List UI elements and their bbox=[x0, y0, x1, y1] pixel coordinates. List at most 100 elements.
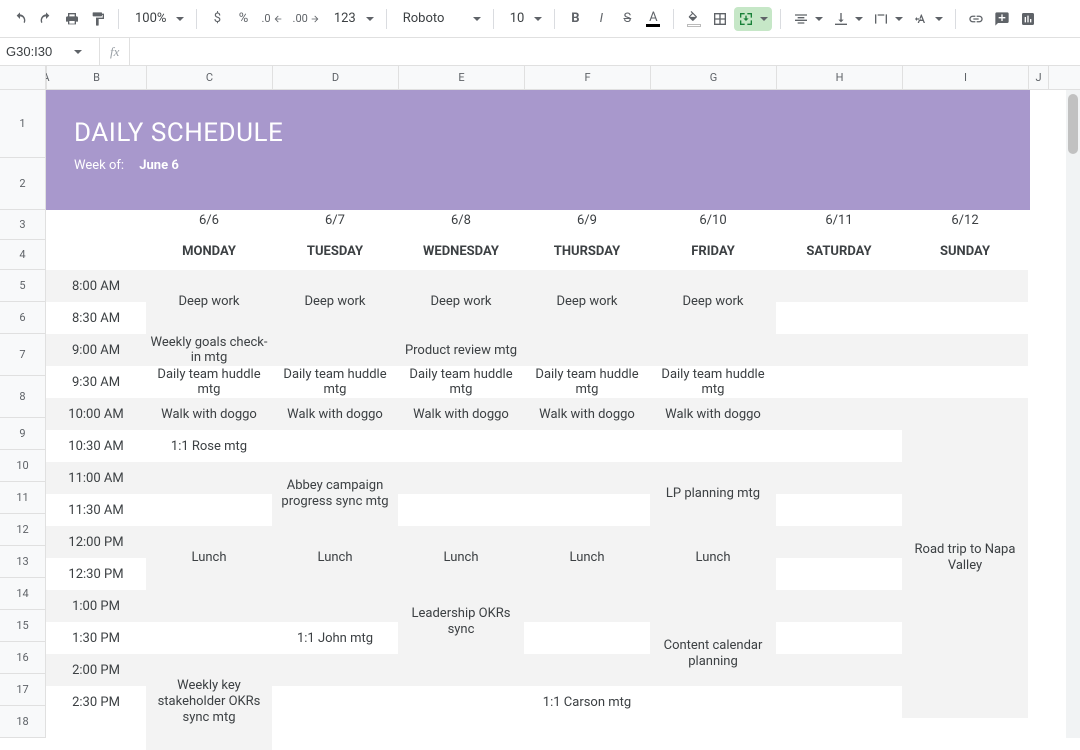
schedule-event[interactable]: Lunch bbox=[398, 526, 524, 590]
column-header[interactable]: H bbox=[777, 66, 903, 89]
column-header[interactable]: G bbox=[651, 66, 777, 89]
schedule-event[interactable]: Deep work bbox=[272, 270, 398, 334]
more-formats-select[interactable]: 123 bbox=[326, 7, 378, 31]
italic-button[interactable]: I bbox=[589, 7, 613, 31]
schedule-event[interactable]: LP planning mtg bbox=[650, 462, 776, 526]
redo-button[interactable] bbox=[34, 7, 58, 31]
schedule-event[interactable]: Lunch bbox=[146, 526, 272, 590]
schedule-cell[interactable]: Daily team huddle mtg bbox=[650, 366, 776, 398]
insert-link-button[interactable] bbox=[964, 7, 988, 31]
schedule-cell[interactable] bbox=[272, 590, 398, 622]
schedule-cell[interactable] bbox=[902, 366, 1028, 398]
schedule-event[interactable]: Lunch bbox=[650, 526, 776, 590]
insert-chart-button[interactable] bbox=[1016, 7, 1040, 31]
schedule-cell[interactable] bbox=[776, 558, 902, 590]
schedule-cell[interactable]: Daily team huddle mtg bbox=[146, 366, 272, 398]
schedule-cell[interactable] bbox=[776, 654, 902, 686]
schedule-cell[interactable] bbox=[776, 622, 902, 654]
schedule-cell[interactable] bbox=[272, 686, 398, 718]
schedule-cell[interactable] bbox=[776, 302, 902, 334]
vertical-scrollbar-thumb[interactable] bbox=[1068, 94, 1078, 154]
schedule-cell[interactable] bbox=[146, 494, 272, 526]
schedule-cell[interactable]: Walk with doggo bbox=[272, 398, 398, 430]
column-header[interactable]: F bbox=[525, 66, 651, 89]
schedule-event[interactable]: Leadership OKRs sync bbox=[398, 590, 524, 654]
schedule-cell[interactable]: Daily team huddle mtg bbox=[398, 366, 524, 398]
schedule-cell[interactable] bbox=[398, 654, 524, 686]
strikethrough-button[interactable]: S bbox=[615, 7, 639, 31]
schedule-cell[interactable]: Walk with doggo bbox=[524, 398, 650, 430]
name-box-input[interactable] bbox=[0, 43, 74, 60]
text-rotation-button[interactable] bbox=[909, 7, 947, 31]
column-header[interactable]: I bbox=[903, 66, 1029, 89]
undo-button[interactable] bbox=[8, 7, 32, 31]
schedule-cell[interactable] bbox=[902, 270, 1028, 302]
row-header[interactable]: 13 bbox=[0, 546, 45, 578]
schedule-event[interactable]: Deep work bbox=[650, 270, 776, 334]
schedule-cell[interactable]: 1:1 John mtg bbox=[272, 622, 398, 654]
schedule-cell[interactable] bbox=[524, 590, 650, 622]
schedule-cell[interactable] bbox=[272, 430, 398, 462]
schedule-cell[interactable] bbox=[146, 622, 272, 654]
select-all-corner[interactable] bbox=[0, 66, 46, 90]
schedule-event[interactable]: Deep work bbox=[146, 270, 272, 334]
schedule-event[interactable]: Deep work bbox=[398, 270, 524, 334]
schedule-cell[interactable] bbox=[398, 494, 524, 526]
schedule-cell[interactable] bbox=[902, 334, 1028, 366]
schedule-cell[interactable]: Daily team huddle mtg bbox=[272, 366, 398, 398]
schedule-cell[interactable] bbox=[272, 334, 398, 366]
increase-decimal-button[interactable]: .00 bbox=[289, 7, 324, 31]
name-box[interactable] bbox=[0, 38, 100, 65]
cell-area[interactable]: DAILY SCHEDULE Week of: June 6 6/66/76/8… bbox=[46, 90, 1080, 738]
schedule-cell[interactable] bbox=[776, 590, 902, 622]
row-header[interactable]: 17 bbox=[0, 674, 45, 706]
format-percent-button[interactable]: % bbox=[231, 7, 255, 31]
horizontal-align-button[interactable] bbox=[789, 7, 827, 31]
row-header[interactable]: 15 bbox=[0, 610, 45, 642]
schedule-cell[interactable] bbox=[524, 654, 650, 686]
bold-button[interactable]: B bbox=[563, 7, 587, 31]
schedule-cell[interactable] bbox=[776, 686, 902, 718]
schedule-cell[interactable] bbox=[776, 430, 902, 462]
schedule-cell[interactable] bbox=[776, 526, 902, 558]
schedule-cell[interactable] bbox=[146, 462, 272, 494]
schedule-cell[interactable]: Walk with doggo bbox=[146, 398, 272, 430]
schedule-cell[interactable] bbox=[398, 686, 524, 718]
column-header[interactable]: J bbox=[1029, 66, 1049, 89]
format-currency-button[interactable]: $ bbox=[205, 7, 229, 31]
row-header[interactable]: 11 bbox=[0, 482, 45, 514]
paint-format-button[interactable] bbox=[86, 7, 110, 31]
schedule-cell[interactable] bbox=[776, 366, 902, 398]
schedule-cell[interactable] bbox=[272, 654, 398, 686]
schedule-event[interactable]: Abbey campaign progress sync mtg bbox=[272, 462, 398, 526]
vertical-scrollbar-track[interactable] bbox=[1066, 90, 1080, 738]
column-header[interactable]: D bbox=[273, 66, 399, 89]
column-header[interactable]: C bbox=[147, 66, 273, 89]
column-header[interactable]: B bbox=[47, 66, 147, 89]
schedule-cell[interactable] bbox=[398, 462, 524, 494]
row-header[interactable]: 8 bbox=[0, 376, 45, 418]
schedule-cell[interactable] bbox=[776, 398, 902, 430]
schedule-cell[interactable] bbox=[524, 430, 650, 462]
text-wrap-button[interactable] bbox=[869, 7, 907, 31]
row-header[interactable]: 18 bbox=[0, 706, 45, 738]
schedule-event[interactable]: Lunch bbox=[524, 526, 650, 590]
schedule-cell[interactable] bbox=[524, 462, 650, 494]
column-header[interactable]: E bbox=[399, 66, 525, 89]
schedule-cell[interactable] bbox=[776, 494, 902, 526]
schedule-cell[interactable]: Weekly goals check-in mtg bbox=[146, 334, 272, 366]
schedule-cell[interactable] bbox=[650, 590, 776, 622]
schedule-event[interactable]: Road trip to Napa Valley bbox=[902, 398, 1028, 718]
schedule-event[interactable]: Deep work bbox=[524, 270, 650, 334]
row-header[interactable]: 12 bbox=[0, 514, 45, 546]
row-header[interactable]: 5 bbox=[0, 270, 45, 302]
schedule-cell[interactable] bbox=[776, 334, 902, 366]
schedule-cell[interactable] bbox=[524, 622, 650, 654]
print-button[interactable] bbox=[60, 7, 84, 31]
row-header[interactable]: 1 bbox=[0, 90, 45, 158]
schedule-cell[interactable] bbox=[650, 430, 776, 462]
row-header[interactable]: 14 bbox=[0, 578, 45, 610]
schedule-cell[interactable] bbox=[650, 686, 776, 718]
schedule-cell[interactable]: Walk with doggo bbox=[650, 398, 776, 430]
font-family-select[interactable]: Roboto bbox=[395, 7, 485, 31]
